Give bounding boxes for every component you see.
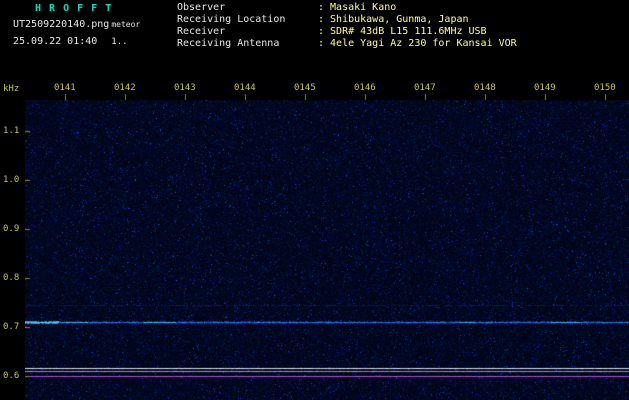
info-value: : 4ele Yagi Az 230 for Kansai VOR xyxy=(318,38,517,49)
info-value: : SDR# 43dB L15 111.6MHz USB xyxy=(318,26,487,37)
file-line: UT2509220140.png meteor xyxy=(13,19,140,30)
y-tick-label: 0.7 xyxy=(3,322,20,332)
x-tick-label: 0142 xyxy=(114,83,136,93)
image-counter: 1.. xyxy=(111,37,128,47)
spectrogram-plot: 0141 0142 0143 0144 0145 0146 0147 0148 0149 0150 xyxy=(25,75,629,400)
y-tick-label: 0.6 xyxy=(3,371,20,381)
app-title: H R O F F T xyxy=(35,3,113,14)
y-tick-label: 1.1 xyxy=(3,126,20,136)
x-tick-label: 0148 xyxy=(474,83,496,93)
info-label: Receiving Location xyxy=(177,14,286,25)
x-tick-label: 0146 xyxy=(354,83,376,93)
x-tick-label: 0144 xyxy=(234,83,256,93)
time-line: 25.09.22 01:40 1.. xyxy=(13,36,128,47)
info-row: Observer : Masaki Kano xyxy=(177,2,517,14)
info-value: : Shibukawa, Gunma, Japan xyxy=(318,14,469,25)
info-label: Observer xyxy=(177,2,226,13)
x-tick-label: 0145 xyxy=(294,83,316,93)
timestamp: 25.09.22 01:40 xyxy=(13,36,98,47)
station-info: Observer : Masaki Kano Receiving Location:… xyxy=(177,2,517,50)
info-label: Receiving Antenna xyxy=(177,38,280,49)
info-row: Receiving Location : Shibukawa, Gunma, Ja… xyxy=(177,14,517,26)
info-row: Receiver : SDR# 43dB L15 111.6MHz USB xyxy=(177,26,517,38)
info-value: : Masaki Kano xyxy=(318,2,397,13)
y-tick-label: 0.8 xyxy=(3,273,20,283)
x-tick-label: 0147 xyxy=(414,83,436,93)
x-tick-label: 0143 xyxy=(174,83,196,93)
x-tick-label: 0149 xyxy=(534,83,556,93)
info-row: Receiving Antenna : 4ele Yagi Az 230 for … xyxy=(177,38,517,50)
mode-label: meteor xyxy=(111,20,141,29)
info-label: Receiver xyxy=(177,26,226,37)
y-tick-label: 1.0 xyxy=(3,175,20,185)
x-tick-label: 0141 xyxy=(54,83,76,93)
hrofft-screen: H R O F F T UT2509220140.png meteor 25.09… xyxy=(0,0,629,400)
x-tick-label: 0150 xyxy=(594,83,616,93)
spectrogram-canvas xyxy=(25,75,629,400)
y-axis-unit: kHz xyxy=(3,84,20,94)
y-tick-label: 0.9 xyxy=(3,224,20,234)
filename: UT2509220140.png xyxy=(13,19,110,30)
